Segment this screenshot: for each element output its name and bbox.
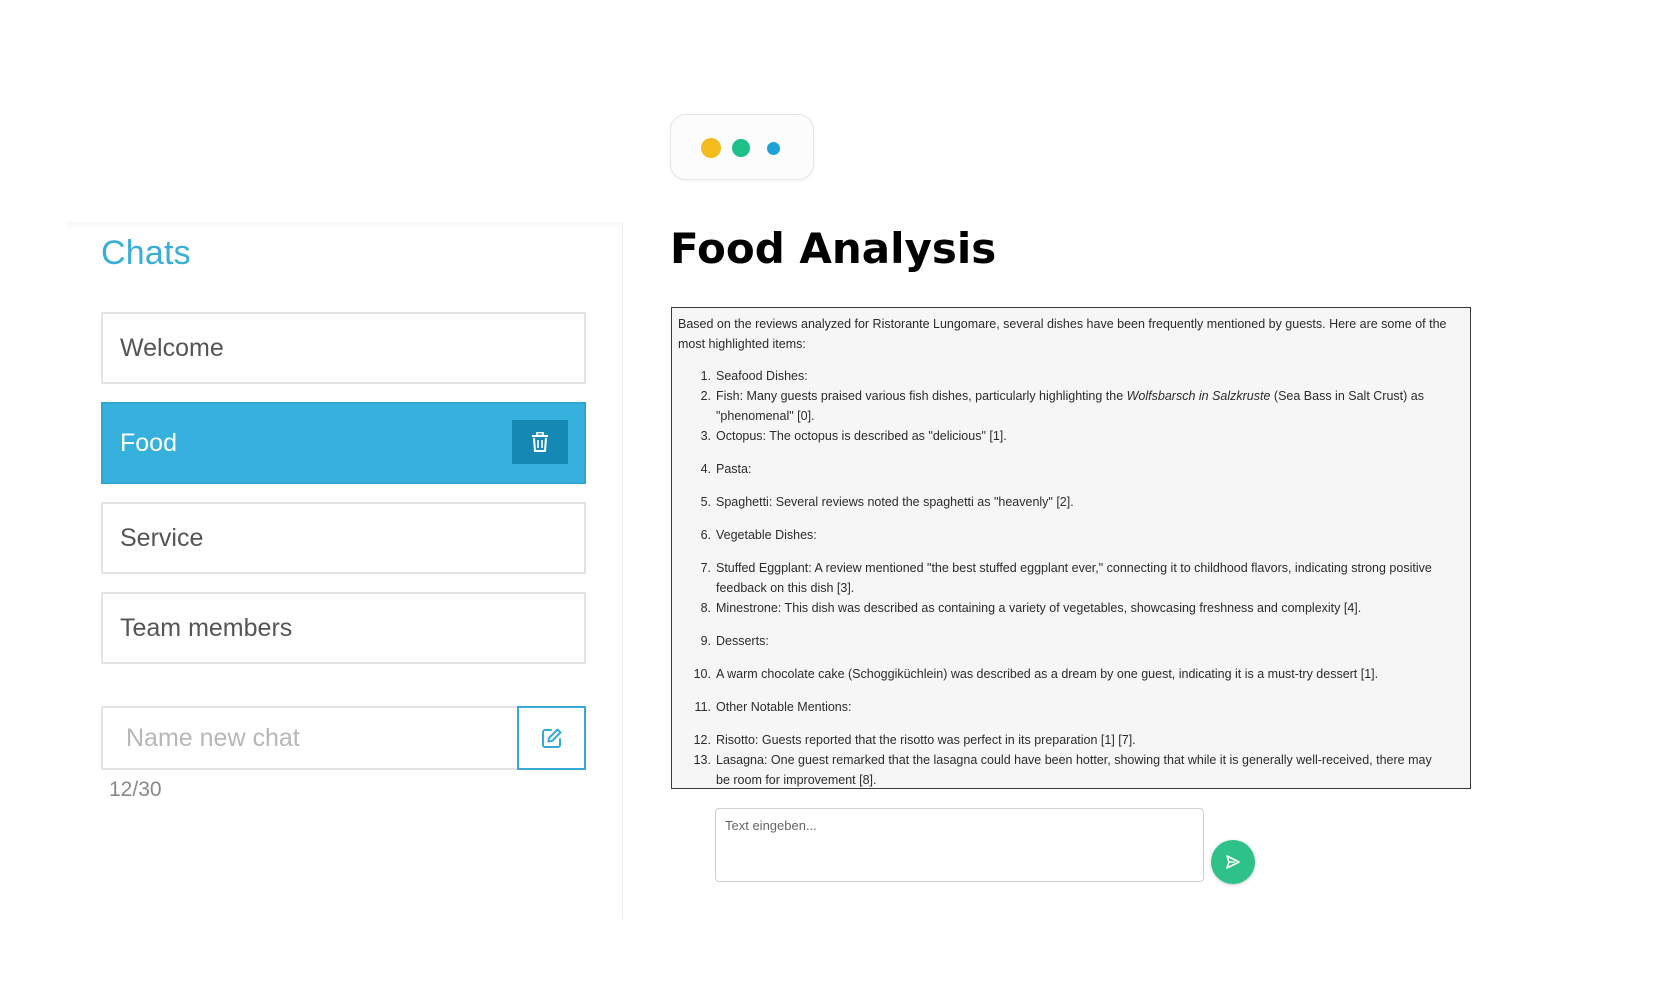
item-text: Lasagna: One guest remarked that the las… — [716, 753, 1432, 787]
send-button[interactable] — [1211, 840, 1255, 884]
item-text-italic: Wolfsbarsch in Salzkruste — [1126, 389, 1271, 403]
chat-item-label: Service — [120, 523, 204, 552]
create-chat-button[interactable] — [517, 706, 586, 770]
item-number: 2. — [700, 389, 711, 403]
app-root: Chats Welcome Food Service Team members — [0, 0, 1662, 1002]
message-input[interactable] — [715, 808, 1204, 882]
item-number: 8. — [700, 601, 711, 615]
item-text: Stuffed Eggplant: A review mentioned "th… — [716, 561, 1432, 595]
item-text: Risotto: Guests reported that the risott… — [716, 733, 1136, 747]
item-number: 6. — [700, 528, 711, 542]
chat-item-welcome[interactable]: Welcome — [101, 312, 586, 384]
list-item: 8. Minestrone: This dish was described as… — [678, 598, 1448, 618]
sidebar-top-shadow — [66, 222, 622, 230]
item-text-part: Fish: Many guests praised various fish d… — [716, 389, 1127, 403]
page-title: Food Analysis — [670, 224, 997, 273]
item-number: 10. — [693, 667, 711, 681]
new-chat-name-input[interactable] — [101, 706, 517, 770]
list-item: 4. Pasta: — [678, 459, 1448, 479]
item-text: A warm chocolate cake (Schoggiküchlein) … — [716, 667, 1379, 681]
list-item: 1. Seafood Dishes: — [678, 366, 1448, 386]
typing-dot-green — [732, 139, 750, 157]
item-number: 11. — [694, 700, 711, 714]
list-item: 13. Lasagna: One guest remarked that the … — [678, 750, 1448, 790]
answer-list: 1. Seafood Dishes: 2. Fish: Many guests pr… — [678, 366, 1448, 790]
item-number: 3. — [700, 429, 711, 443]
send-icon — [1226, 855, 1240, 869]
trash-icon — [532, 432, 548, 452]
answer-panel: Based on the reviews analyzed for Ristor… — [671, 307, 1471, 789]
new-chat-form — [101, 706, 586, 770]
answer-intro: Based on the reviews analyzed for Ristor… — [678, 317, 1447, 351]
list-item: 10. A warm chocolate cake (Schoggiküchlei… — [678, 664, 1448, 684]
item-number: 9. — [700, 634, 711, 648]
delete-chat-button[interactable] — [512, 420, 568, 464]
item-text: Vegetable Dishes: — [716, 528, 817, 542]
edit-icon — [541, 728, 561, 748]
item-number: 13. — [693, 753, 711, 767]
chat-item-team-members[interactable]: Team members — [101, 592, 586, 664]
item-number: 1. — [700, 369, 711, 383]
list-item: 5. Spaghetti: Several reviews noted the s… — [678, 492, 1448, 512]
item-number: 4. — [700, 462, 711, 476]
item-number: 12. — [693, 733, 711, 747]
item-number: 7. — [700, 561, 711, 575]
item-text: Octopus: The octopus is described as "de… — [716, 429, 1007, 443]
list-item: 12. Risotto: Guests reported that the ris… — [678, 730, 1448, 750]
sidebar-title: Chats — [101, 234, 191, 272]
chat-item-label: Food — [120, 428, 177, 457]
chat-item-label: Team members — [120, 613, 293, 642]
chat-item-label: Welcome — [120, 333, 224, 362]
chat-sidebar: Chats Welcome Food Service Team members — [66, 222, 623, 918]
item-text: Seafood Dishes: — [716, 369, 808, 383]
list-item: 3. Octopus: The octopus is described as "… — [678, 426, 1448, 446]
item-text: Fish: Many guests praised various fish d… — [716, 386, 1448, 426]
list-item: 11. Other Notable Mentions: — [678, 697, 1448, 717]
list-item: 2. Fish: Many guests praised various fish… — [678, 386, 1448, 426]
item-text: Other Notable Mentions: — [716, 700, 852, 714]
list-item: 9. Desserts: — [678, 631, 1448, 651]
list-item: 6. Vegetable Dishes: — [678, 525, 1448, 545]
item-number: 5. — [700, 495, 711, 509]
chat-item-service[interactable]: Service — [101, 502, 586, 574]
item-text: Pasta: — [716, 462, 752, 476]
typing-dot-blue — [767, 142, 780, 155]
typing-dot-yellow — [701, 138, 721, 158]
item-text: Spaghetti: Several reviews noted the spa… — [716, 495, 1074, 509]
char-counter: 12/30 — [109, 778, 162, 801]
item-text: Desserts: — [716, 634, 769, 648]
chat-item-food[interactable]: Food — [101, 402, 586, 484]
list-item: 7. Stuffed Eggplant: A review mentioned "… — [678, 558, 1448, 598]
item-text: Minestrone: This dish was described as c… — [716, 601, 1362, 615]
typing-indicator — [670, 114, 814, 180]
